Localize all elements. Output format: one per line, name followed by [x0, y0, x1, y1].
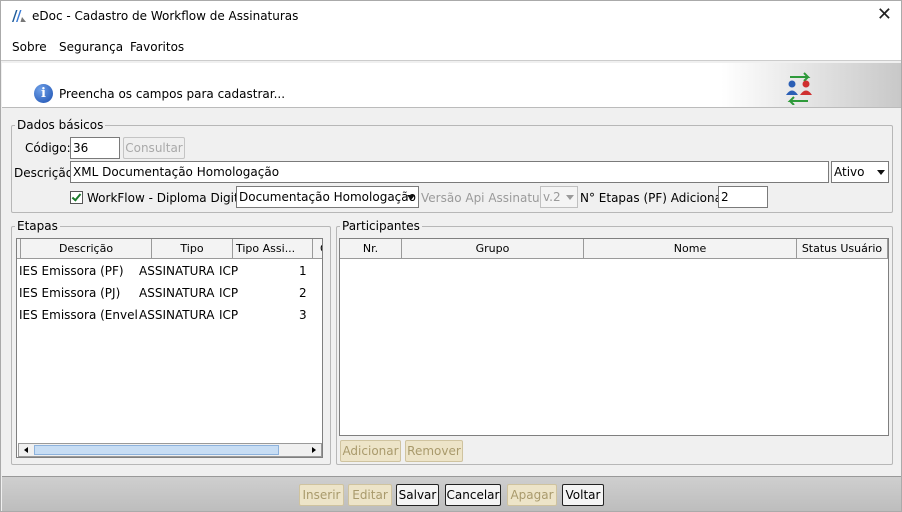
workflow-select-value: Documentação Homologação	[239, 190, 416, 204]
status-select[interactable]: Ativo	[831, 161, 889, 183]
table-cell: ASSINATURA	[139, 308, 215, 322]
table-cell: ASSINATURA	[139, 264, 215, 278]
col-header-ordem[interactable]: Ord	[313, 239, 322, 259]
descricao-label: Descrição:	[14, 166, 78, 180]
menu-item-seguranca[interactable]: Segurança	[59, 40, 123, 54]
table-cell: 3	[299, 308, 307, 322]
menu-item-favoritos[interactable]: Favoritos	[130, 40, 184, 54]
table-cell: ICP	[219, 286, 239, 300]
scroll-thumb[interactable]	[34, 445, 279, 455]
etapas-pf-label: N° Etapas (PF) Adicionais:	[580, 191, 736, 205]
table-cell: ICP	[219, 264, 239, 278]
table-row[interactable]: IES Emissora (PF) ASSINATURA ICP 1	[17, 260, 322, 282]
chevron-down-icon	[877, 170, 885, 175]
codigo-label: Código:	[25, 141, 71, 155]
users-swap-icon	[786, 72, 812, 105]
col-header-nome[interactable]: Nome	[584, 239, 797, 259]
title-bar: eDoc - Cadastro de Workflow de Assinatur…	[1, 1, 901, 32]
editar-button[interactable]: Editar	[348, 484, 392, 506]
versao-select-value: v.2	[543, 190, 561, 204]
status-select-value: Ativo	[834, 165, 865, 179]
etapas-horizontal-scrollbar[interactable]	[18, 443, 322, 457]
adicionar-button[interactable]: Adicionar	[340, 440, 401, 462]
workflow-checkbox[interactable]	[70, 191, 83, 204]
banner-message: Preencha os campos para cadastrar...	[59, 87, 286, 101]
check-icon	[71, 191, 82, 202]
etapas-legend: Etapas	[17, 219, 58, 233]
window-title: eDoc - Cadastro de Workflow de Assinatur…	[32, 9, 299, 23]
remover-button[interactable]: Remover	[405, 440, 463, 462]
menu-item-sobre[interactable]: Sobre	[12, 40, 47, 54]
menu-bar: Sobre Segurança Favoritos	[1, 32, 901, 61]
dados-basicos-legend: Dados básicos	[17, 118, 104, 132]
workflow-label: WorkFlow - Diploma Digital	[87, 191, 250, 205]
cancelar-button[interactable]: Cancelar	[445, 484, 501, 506]
footer-toolbar: Inserir Editar Salvar Cancelar Apagar Vo…	[2, 476, 901, 511]
close-icon[interactable]: ✕	[877, 6, 892, 24]
table-cell: 2	[299, 286, 307, 300]
main-window: eDoc - Cadastro de Workflow de Assinatur…	[0, 0, 902, 512]
col-header-grupo[interactable]: Grupo	[402, 239, 584, 259]
versao-label: Versão Api Assinatura:	[421, 191, 556, 205]
col-header-status-usuario[interactable]: Status Usuário	[797, 239, 888, 259]
table-cell: ICP	[219, 308, 239, 322]
workflow-select[interactable]: Documentação Homologação	[236, 186, 419, 208]
salvar-button[interactable]: Salvar	[396, 484, 439, 506]
etapas-table-header: Descrição Tipo Tipo Assi... Ord	[17, 239, 322, 259]
col-header-nr[interactable]: Nr.	[340, 239, 402, 259]
chevron-down-icon	[407, 195, 415, 200]
versao-select[interactable]: v.2	[540, 186, 578, 208]
chevron-down-icon	[566, 195, 574, 200]
participantes-table-header: Nr. Grupo Nome Status Usuário	[340, 239, 888, 259]
table-row[interactable]: IES Emissora (PJ) ASSINATURA ICP 2	[17, 282, 322, 304]
participantes-table: Nr. Grupo Nome Status Usuário	[339, 238, 889, 436]
table-row[interactable]: IES Emissora (Envelo...ASSINATURA ICP 3	[17, 304, 322, 326]
table-cell: IES Emissora (Envelo...	[19, 308, 137, 322]
participantes-legend: Participantes	[342, 219, 420, 233]
codigo-field[interactable]: 36	[70, 137, 120, 159]
col-header-tipo[interactable]: Tipo	[152, 239, 233, 259]
voltar-button[interactable]: Voltar	[562, 484, 604, 506]
info-banner: i Preencha os campos para cadastrar...	[2, 63, 901, 108]
scroll-right-icon[interactable]	[307, 444, 321, 456]
inserir-button[interactable]: Inserir	[299, 484, 344, 506]
table-cell: IES Emissora (PF)	[19, 264, 124, 278]
table-cell: IES Emissora (PJ)	[19, 286, 121, 300]
col-header-descricao[interactable]: Descrição	[21, 239, 152, 259]
table-cell: ASSINATURA	[139, 286, 215, 300]
info-icon: i	[34, 84, 53, 103]
descricao-field[interactable]: XML Documentação Homologação	[70, 161, 829, 183]
etapas-table: Descrição Tipo Tipo Assi... Ord IES Emis…	[16, 238, 323, 458]
table-cell: 1	[299, 264, 307, 278]
consultar-button[interactable]: Consultar	[123, 137, 185, 159]
apagar-button[interactable]: Apagar	[507, 484, 557, 506]
etapas-pf-field[interactable]: 2	[718, 186, 768, 208]
edoc-logo-icon	[12, 10, 26, 22]
col-header-tipo-assinatura[interactable]: Tipo Assi...	[233, 239, 313, 259]
scroll-left-icon[interactable]	[19, 444, 33, 456]
